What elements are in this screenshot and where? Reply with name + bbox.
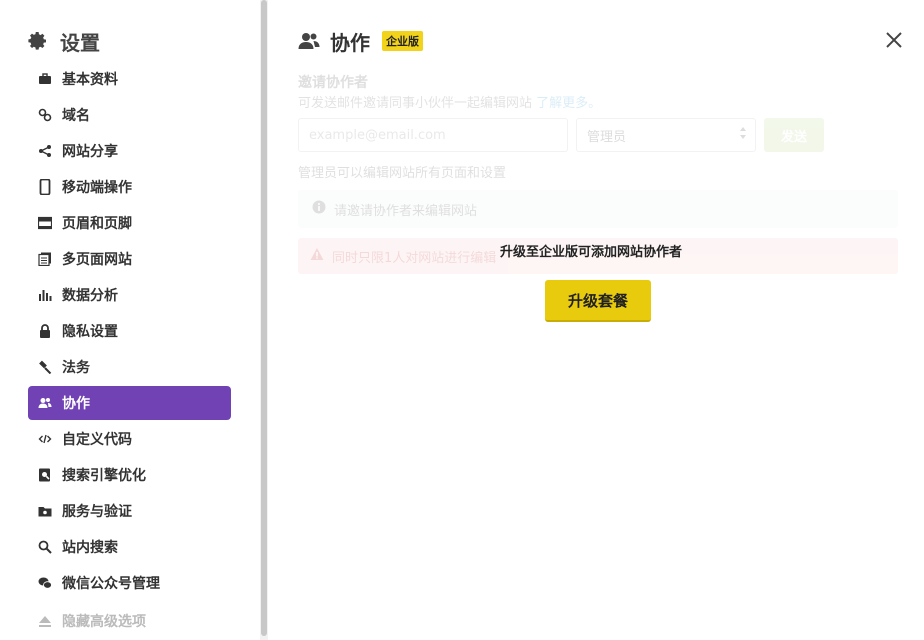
sidebar-item-label: 搜索引擎优化	[62, 468, 146, 484]
sidebar-item-label: 域名	[62, 108, 90, 124]
sidebar-item-label: 数据分析	[62, 288, 118, 304]
mobile-icon	[38, 179, 52, 195]
link-icon	[38, 108, 52, 122]
sidebar-item-multipage[interactable]: 多页面网站	[28, 242, 231, 276]
page-title: 协作	[330, 30, 370, 55]
sidebar-item-label: 服务与验证	[62, 504, 132, 520]
info-text: 请邀请协作者来编辑网站	[334, 203, 478, 219]
sidebar-item-service-verify[interactable]: 服务与验证	[28, 494, 231, 528]
folder-badge-icon	[38, 504, 52, 518]
close-icon[interactable]	[884, 30, 904, 50]
email-field[interactable]: example@email.com	[298, 118, 568, 152]
sidebar-item-legal[interactable]: 法务	[28, 350, 231, 384]
code-icon	[38, 432, 52, 446]
updown-arrows-icon	[739, 126, 747, 144]
role-select[interactable]: 管理员	[576, 118, 756, 152]
enterprise-badge: 企业版	[382, 31, 423, 51]
sidebar-item-wechat[interactable]: 微信公众号管理	[28, 566, 231, 600]
seo-icon	[38, 468, 52, 482]
sidebar-item-label: 网站分享	[62, 144, 118, 160]
role-value: 管理员	[587, 129, 627, 145]
invite-description-text: 可发送邮件邀请同事小伙伴一起编辑网站	[298, 96, 533, 111]
settings-sidebar: 设置 基本资料 域名 网站分享 移动端操作 页眉和页脚 多页面网站 数据分析 隐…	[0, 0, 262, 640]
info-alert: 请邀请协作者来编辑网站	[298, 190, 898, 228]
settings-dialog: 设置 基本资料 域名 网站分享 移动端操作 页眉和页脚 多页面网站 数据分析 隐…	[0, 0, 924, 640]
gear-icon	[28, 31, 48, 51]
sidebar-item-label: 法务	[62, 360, 90, 376]
sidebar-item-privacy[interactable]: 隐私设置	[28, 314, 231, 348]
gavel-icon	[38, 360, 52, 374]
scrollbar-thumb[interactable]	[261, 0, 267, 636]
collaboration-panel: 协作 企业版 邀请协作者 可发送邮件邀请同事小伙伴一起编辑网站 了解更多。 ex…	[268, 0, 924, 640]
users-icon	[298, 30, 320, 52]
sidebar-item-label: 自定义代码	[62, 432, 132, 448]
upgrade-plan-button[interactable]: 升级套餐	[545, 280, 651, 322]
warning-text: 同时只限1人对网站进行编辑	[332, 250, 497, 266]
learn-more-link[interactable]: 了解更多。	[536, 96, 601, 111]
pages-icon	[38, 252, 52, 266]
sidebar-title: 设置	[60, 30, 100, 55]
upgrade-message: 升级至企业版可添加网站协作者	[500, 245, 683, 260]
panel-header: 协作 企业版	[298, 28, 423, 55]
sidebar-item-label: 基本资料	[62, 72, 118, 88]
sidebar-item-label: 移动端操作	[62, 180, 132, 196]
briefcase-icon	[38, 72, 52, 86]
sidebar-header: 设置	[28, 28, 100, 55]
sidebar-item-label: 站内搜索	[62, 540, 118, 556]
sidebar-item-custom-code[interactable]: 自定义代码	[28, 422, 231, 456]
invite-description: 可发送邮件邀请同事小伙伴一起编辑网站 了解更多。	[298, 92, 601, 111]
sidebar-item-share[interactable]: 网站分享	[28, 134, 231, 168]
search-icon	[38, 540, 52, 554]
eject-up-icon	[38, 614, 52, 628]
sidebar-item-label: 微信公众号管理	[62, 576, 160, 592]
invite-heading: 邀请协作者	[298, 75, 368, 91]
wechat-icon	[38, 576, 52, 590]
sidebar-item-collaboration[interactable]: 协作	[28, 386, 231, 420]
info-icon	[312, 200, 326, 218]
sidebar-item-label: 多页面网站	[62, 252, 132, 268]
sidebar-item-seo[interactable]: 搜索引擎优化	[28, 458, 231, 492]
email-placeholder: example@email.com	[309, 127, 446, 143]
sidebar-item-mobile[interactable]: 移动端操作	[28, 170, 231, 204]
sidebar-item-header-footer[interactable]: 页眉和页脚	[28, 206, 231, 240]
warning-icon	[310, 247, 324, 265]
sidebar-item-site-search[interactable]: 站内搜索	[28, 530, 231, 564]
sidebar-item-label: 协作	[62, 396, 90, 412]
bar-chart-icon	[38, 288, 52, 302]
sidebar-scrollbar[interactable]	[260, 0, 268, 640]
header-footer-icon	[38, 216, 52, 230]
advanced-toggle-label: 隐藏高级选项	[62, 614, 146, 630]
settings-menu: 基本资料 域名 网站分享 移动端操作 页眉和页脚 多页面网站 数据分析 隐私设置…	[28, 62, 231, 640]
sidebar-item-domain[interactable]: 域名	[28, 98, 231, 132]
users-icon	[38, 396, 52, 410]
sidebar-item-profile[interactable]: 基本资料	[28, 62, 231, 96]
share-icon	[38, 144, 52, 158]
sidebar-item-analytics[interactable]: 数据分析	[28, 278, 231, 312]
sidebar-item-label: 隐私设置	[62, 324, 118, 340]
send-button[interactable]: 发送	[764, 118, 824, 152]
role-note: 管理员可以编辑网站所有页面和设置	[298, 166, 507, 181]
lock-icon	[38, 324, 52, 338]
hide-advanced-options[interactable]: 隐藏高级选项	[28, 604, 231, 638]
sidebar-item-label: 页眉和页脚	[62, 216, 132, 232]
